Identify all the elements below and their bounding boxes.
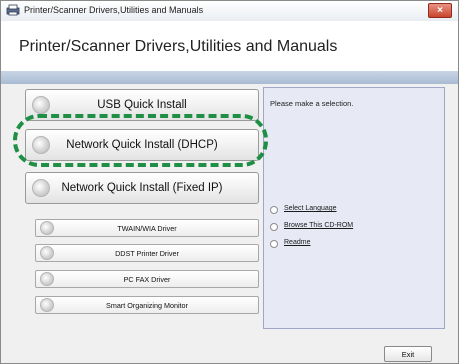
installer-window: Printer/Scanner Drivers,Utilities and Ma… xyxy=(0,0,459,364)
header: Printer/Scanner Drivers,Utilities and Ma… xyxy=(1,21,458,71)
pc-fax-driver-label: PC FAX Driver xyxy=(123,275,171,284)
usb-quick-install-button[interactable]: USB Quick Install xyxy=(25,89,259,121)
radio-bullet-icon xyxy=(270,223,278,231)
smart-organizing-monitor-label: Smart Organizing Monitor xyxy=(106,301,188,310)
install-options-panel: USB Quick Install Network Quick Install … xyxy=(11,84,259,349)
exit-button[interactable]: Exit xyxy=(384,346,432,362)
usb-quick-install-label: USB Quick Install xyxy=(97,99,187,111)
twain-wia-driver-button[interactable]: TWAIN/WIA Driver xyxy=(35,219,259,237)
select-language-link[interactable]: Select Language xyxy=(284,205,337,212)
readme-link[interactable]: Readme xyxy=(284,239,310,246)
network-quick-install-fixed-ip-label: Network Quick Install (Fixed IP) xyxy=(61,182,223,194)
selection-message: Please make a selection. xyxy=(270,99,354,108)
network-quick-install-fixed-ip-button[interactable]: Network Quick Install (Fixed IP) xyxy=(25,172,259,204)
smart-organizing-monitor-button[interactable]: Smart Organizing Monitor xyxy=(35,296,259,314)
info-panel: Please make a selection. Select Language… xyxy=(263,87,445,329)
page-title: Printer/Scanner Drivers,Utilities and Ma… xyxy=(19,38,338,55)
radio-bullet-icon xyxy=(270,240,278,248)
exit-label: Exit xyxy=(401,350,415,359)
window-title: Printer/Scanner Drivers,Utilities and Ma… xyxy=(24,5,204,15)
network-quick-install-dhcp-button[interactable]: Network Quick Install (DHCP) xyxy=(25,129,259,161)
title-bar: Printer/Scanner Drivers,Utilities and Ma… xyxy=(1,1,458,22)
header-divider-band xyxy=(1,71,458,84)
twain-wia-driver-label: TWAIN/WIA Driver xyxy=(117,224,177,233)
browse-cd-rom-link[interactable]: Browse This CD-ROM xyxy=(284,222,353,229)
close-icon: × xyxy=(437,5,443,16)
radio-bullet-icon xyxy=(270,206,278,214)
pc-fax-driver-button[interactable]: PC FAX Driver xyxy=(35,270,259,288)
printer-app-icon xyxy=(6,4,20,16)
close-button[interactable]: × xyxy=(428,3,452,18)
ddst-printer-driver-label: DDST Printer Driver xyxy=(115,249,179,258)
ddst-printer-driver-button[interactable]: DDST Printer Driver xyxy=(35,244,259,262)
network-quick-install-dhcp-label: Network Quick Install (DHCP) xyxy=(66,139,218,151)
